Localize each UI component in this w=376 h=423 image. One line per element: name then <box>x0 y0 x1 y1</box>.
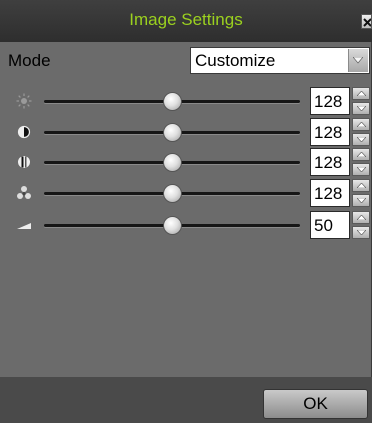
dialog-title: Image Settings <box>129 10 243 29</box>
mode-select[interactable]: Customize <box>190 47 370 74</box>
sharpness-decrement-button[interactable] <box>352 226 370 239</box>
chevron-down-icon <box>353 57 363 64</box>
arrow-up-icon <box>357 91 366 96</box>
slider-row-sharpness: 50 <box>0 210 372 240</box>
mode-label: Mode <box>8 51 51 70</box>
mode-selected-value: Customize <box>195 51 276 70</box>
saturation-increment-button[interactable] <box>352 148 370 161</box>
contrast-spinbox[interactable]: 128 <box>310 118 370 146</box>
hue-decrement-button[interactable] <box>352 194 370 207</box>
brightness-spinbox[interactable]: 128 <box>310 87 370 115</box>
brightness-value[interactable]: 128 <box>310 87 350 115</box>
slider-row-brightness: 128 <box>0 86 372 116</box>
hue-spinbox[interactable]: 128 <box>310 179 370 207</box>
saturation-spinbox[interactable]: 128 <box>310 148 370 176</box>
close-icon <box>363 18 371 27</box>
arrow-down-icon <box>357 106 366 111</box>
contrast-increment-button[interactable] <box>352 118 370 131</box>
mode-dropdown-button[interactable] <box>348 49 368 72</box>
arrow-up-icon <box>357 215 366 220</box>
arrow-down-icon <box>357 167 366 172</box>
arrow-up-icon <box>357 152 366 157</box>
sharpness-value[interactable]: 50 <box>310 211 350 239</box>
hue-increment-button[interactable] <box>352 179 370 192</box>
contrast-decrement-button[interactable] <box>352 133 370 146</box>
arrow-up-icon <box>357 183 366 188</box>
arrow-up-icon <box>357 122 366 127</box>
hue-value[interactable]: 128 <box>310 179 350 207</box>
saturation-decrement-button[interactable] <box>352 163 370 176</box>
arrow-down-icon <box>357 230 366 235</box>
brightness-decrement-button[interactable] <box>352 102 370 115</box>
contrast-icon <box>17 125 31 139</box>
arrow-down-icon <box>357 198 366 203</box>
arrow-down-icon <box>357 137 366 142</box>
close-button[interactable] <box>361 14 372 29</box>
saturation-icon <box>18 156 30 168</box>
title-bar: Image Settings <box>0 0 372 42</box>
brightness-increment-button[interactable] <box>352 87 370 100</box>
hue-icon <box>17 186 31 199</box>
sharpness-increment-button[interactable] <box>352 211 370 224</box>
slider-row-contrast: 128 <box>0 117 372 147</box>
saturation-value[interactable]: 128 <box>310 148 350 176</box>
hue-slider-thumb[interactable] <box>163 184 182 203</box>
image-settings-dialog: Image Settings Mode Customize 128 128 12… <box>0 0 372 423</box>
slider-row-saturation: 128 <box>0 147 372 177</box>
sharpness-spinbox[interactable]: 50 <box>310 211 370 239</box>
slider-row-hue: 128 <box>0 178 372 208</box>
saturation-slider-thumb[interactable] <box>163 153 182 172</box>
contrast-slider-thumb[interactable] <box>163 123 182 142</box>
sharpness-slider-thumb[interactable] <box>163 216 182 235</box>
sharpness-icon <box>17 223 31 229</box>
brightness-icon <box>16 93 32 109</box>
brightness-slider-thumb[interactable] <box>163 92 182 111</box>
contrast-value[interactable]: 128 <box>310 118 350 146</box>
ok-button[interactable]: OK <box>263 389 368 419</box>
